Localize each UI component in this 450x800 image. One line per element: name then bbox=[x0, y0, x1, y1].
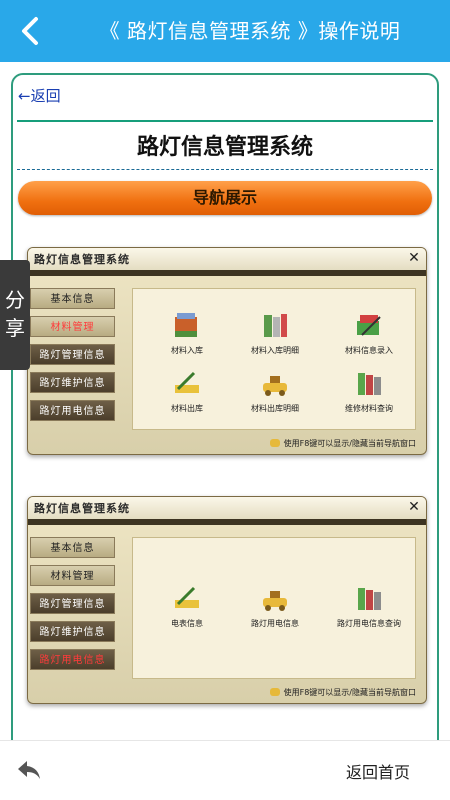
pencil-icon bbox=[172, 584, 202, 614]
pencil-icon bbox=[172, 369, 202, 399]
dashed-divider bbox=[17, 169, 433, 170]
app-screenshot-1: 路灯信息管理系统 ✕ 基本信息 材料管理 路灯管理信息 路灯维护信息 路灯用电信… bbox=[27, 247, 427, 455]
conveyor-icon bbox=[260, 584, 290, 614]
books-icon bbox=[260, 311, 290, 341]
feature-panel: 电表信息 路灯用电信息 路灯用电信息查询 bbox=[132, 537, 416, 679]
books-icon bbox=[354, 584, 384, 614]
bottom-bar: 返回首页 bbox=[0, 740, 450, 800]
feature-item: 路灯用电信息查询 bbox=[329, 584, 409, 629]
app-screenshot-2: 路灯信息管理系统 ✕ 基本信息 材料管理 路灯管理信息 路灯维护信息 路灯用电信… bbox=[27, 496, 427, 704]
divider bbox=[17, 120, 433, 122]
window-title: 路灯信息管理系统 bbox=[34, 253, 130, 266]
books-icon bbox=[172, 311, 202, 341]
bulb-icon bbox=[269, 688, 280, 696]
back-button[interactable] bbox=[10, 12, 50, 50]
feature-item: 材料信息录入 bbox=[329, 311, 409, 356]
menu-item: 路灯用电信息 bbox=[30, 400, 115, 421]
menu-item-active: 材料管理 bbox=[30, 316, 115, 337]
books-icon bbox=[354, 311, 384, 341]
conveyor-icon bbox=[260, 369, 290, 399]
side-menu: 基本信息 材料管理 路灯管理信息 路灯维护信息 路灯用电信息 bbox=[30, 537, 115, 677]
feature-item: 维修材料查询 bbox=[329, 369, 409, 414]
hint-text: 使用F8键可以显示/隐藏当前导航窗口 bbox=[269, 687, 416, 698]
feature-item: 材料出库 bbox=[147, 369, 227, 414]
window-title: 路灯信息管理系统 bbox=[34, 502, 130, 515]
menu-item-active: 路灯用电信息 bbox=[30, 649, 115, 670]
top-app-bar: 《 路灯信息管理系统 》操作说明 bbox=[0, 0, 450, 62]
home-button[interactable]: 返回首页 bbox=[346, 759, 410, 783]
feature-panel: 材料入库 材料入库明细 材料信息录入 材料出库 材料出库明细 维修材料查询 bbox=[132, 288, 416, 430]
feature-item: 材料出库明细 bbox=[235, 369, 315, 414]
feature-item: 路灯用电信息 bbox=[235, 584, 315, 629]
close-icon: ✕ bbox=[408, 250, 420, 266]
menu-item: 基本信息 bbox=[30, 288, 115, 309]
menu-item: 路灯管理信息 bbox=[30, 344, 115, 365]
hint-text: 使用F8键可以显示/隐藏当前导航窗口 bbox=[269, 438, 416, 449]
share-button[interactable]: 分 享 bbox=[0, 260, 30, 370]
feature-item: 电表信息 bbox=[147, 584, 227, 629]
menu-item: 材料管理 bbox=[30, 565, 115, 586]
toolbar-strip bbox=[28, 519, 426, 525]
books-icon bbox=[354, 369, 384, 399]
close-icon: ✕ bbox=[408, 499, 420, 515]
chevron-left-icon bbox=[22, 17, 38, 45]
toolbar-strip bbox=[28, 270, 426, 276]
menu-item: 路灯维护信息 bbox=[30, 621, 115, 642]
back-link[interactable]: ←返回 bbox=[18, 85, 61, 106]
feature-item: 材料入库 bbox=[147, 311, 227, 356]
reply-button[interactable] bbox=[16, 759, 42, 781]
menu-item: 路灯管理信息 bbox=[30, 593, 115, 614]
feature-item: 材料入库明细 bbox=[235, 311, 315, 356]
reply-arrow-icon bbox=[18, 761, 40, 779]
menu-item: 路灯维护信息 bbox=[30, 372, 115, 393]
page-title: 《 路灯信息管理系统 》操作说明 bbox=[99, 19, 401, 43]
side-menu: 基本信息 材料管理 路灯管理信息 路灯维护信息 路灯用电信息 bbox=[30, 288, 115, 428]
content-card: ←返回 路灯信息管理系统 导航展示 路灯信息管理系统 ✕ 基本信息 材料管理 路… bbox=[11, 73, 439, 773]
section-header-pill: 导航展示 bbox=[18, 181, 432, 215]
article-title: 路灯信息管理系统 bbox=[136, 135, 313, 160]
bulb-icon bbox=[269, 439, 280, 447]
menu-item: 基本信息 bbox=[30, 537, 115, 558]
